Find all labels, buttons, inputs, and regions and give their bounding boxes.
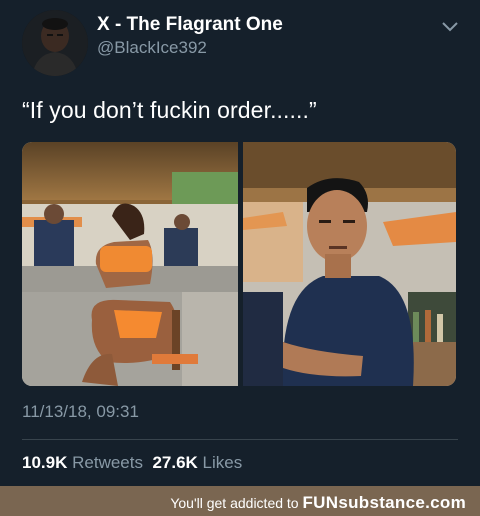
chevron-down-icon[interactable]	[440, 20, 460, 34]
tweet-stats: 10.9K Retweets 27.6K Likes	[22, 453, 242, 473]
watermark-footer: You'll get addicted to FUNsubstance.com	[0, 486, 480, 516]
tweet-card: X - The Flagrant One @BlackIce392 “If yo…	[0, 0, 480, 486]
user-handle[interactable]: @BlackIce392	[97, 38, 207, 58]
tweet-photo-left[interactable]	[22, 142, 238, 386]
likes-count: 27.6K	[152, 453, 198, 472]
display-name[interactable]: X - The Flagrant One	[97, 14, 283, 36]
retweets-label: Retweets	[72, 453, 143, 472]
likes-label: Likes	[202, 453, 243, 472]
tweet-text: “If you don’t fuckin order......”	[22, 97, 317, 123]
retweets-stat[interactable]: 10.9K Retweets	[22, 453, 143, 472]
divider	[22, 439, 458, 440]
tweet-photo-right[interactable]	[243, 142, 456, 386]
footer-brand[interactable]: FUNsubstance.com	[302, 493, 466, 512]
likes-stat[interactable]: 27.6K Likes	[152, 453, 242, 472]
tweet-timestamp[interactable]: 11/13/18, 09:31	[22, 402, 139, 422]
avatar[interactable]	[22, 10, 88, 76]
retweets-count: 10.9K	[22, 453, 68, 472]
footer-message: You'll get addicted to	[170, 495, 303, 511]
